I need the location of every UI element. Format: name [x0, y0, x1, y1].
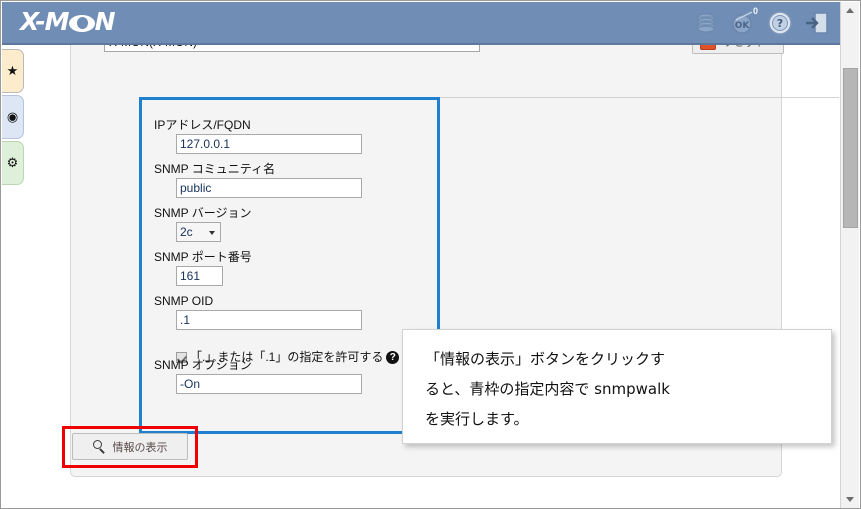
- snmp-version-value: 2c: [180, 225, 193, 239]
- logo-text-before: X-M: [20, 7, 70, 36]
- svg-text:?: ?: [777, 17, 783, 30]
- vertical-scrollbar[interactable]: [840, 2, 859, 508]
- snmp-port-input[interactable]: 161: [176, 266, 223, 286]
- browser-window: IPアドレス/FQDN 127.0.0.1 SNMP コミュニティ名 publi…: [0, 0, 861, 509]
- red-highlight-annotation: [62, 426, 198, 468]
- gear-icon: ⚙: [6, 155, 19, 170]
- ip-address-label: IPアドレス/FQDN: [154, 118, 251, 132]
- snmp-oid-input[interactable]: .1: [176, 310, 362, 330]
- logout-icon[interactable]: [802, 8, 832, 38]
- snmp-oid-label: SNMP OID: [154, 294, 214, 308]
- snmp-community-label: SNMP コミュニティ名: [154, 162, 276, 176]
- snmp-option-input[interactable]: -On: [176, 374, 362, 394]
- help-icon[interactable]: ?: [765, 8, 795, 38]
- callout-line-1: 「情報の表示」ボタンをクリックす: [425, 350, 666, 368]
- page-content: IPアドレス/FQDN 127.0.0.1 SNMP コミュニティ名 publi…: [2, 2, 842, 508]
- callout-line-2: ると、青枠の指定内容で snmpwalk: [425, 380, 670, 398]
- star-icon: ★: [6, 63, 19, 78]
- field-snmp-oid: SNMP OID .1: [154, 294, 362, 330]
- snmp-parameters-highlight-box: IPアドレス/FQDN 127.0.0.1 SNMP コミュニティ名 publi…: [139, 97, 440, 434]
- app-header: X-M N OK 0 ?: [2, 2, 842, 45]
- snmp-option-label: SNMP オプション: [154, 358, 252, 372]
- instruction-callout: 「情報の表示」ボタンをクリックす ると、青枠の指定内容で snmpwalk を実…: [402, 329, 832, 444]
- callout-line-3: を実行します。: [425, 410, 529, 428]
- database-icon[interactable]: [691, 8, 721, 38]
- eye-icon: ◉: [6, 109, 19, 124]
- snmp-version-label: SNMP バージョン: [154, 206, 252, 220]
- ok-badge-count: 0: [752, 6, 758, 16]
- header-icon-group: OK 0 ?: [691, 6, 832, 40]
- sidebar-tabs: ★ ◉ ⚙: [2, 49, 26, 187]
- snmp-community-input[interactable]: public: [176, 178, 362, 198]
- scroll-up-arrow-icon[interactable]: [841, 2, 859, 19]
- field-snmp-community: SNMP コミュニティ名 public: [154, 162, 362, 198]
- snmp-version-select[interactable]: 2c: [176, 222, 221, 242]
- field-ip-address: IPアドレス/FQDN 127.0.0.1: [154, 118, 362, 154]
- logo-text-after: N: [94, 7, 116, 36]
- scrollbar-thumb[interactable]: [843, 68, 858, 228]
- field-snmp-port: SNMP ポート番号 161: [154, 250, 252, 286]
- ip-address-input[interactable]: 127.0.0.1: [176, 134, 362, 154]
- snmp-port-label: SNMP ポート番号: [154, 250, 252, 264]
- field-snmp-version: SNMP バージョン 2c: [154, 206, 252, 242]
- field-snmp-option: SNMP オプション -On: [154, 358, 362, 394]
- svg-text:OK: OK: [735, 21, 751, 31]
- app-logo[interactable]: X-M N: [20, 7, 115, 37]
- sidebar-tab-settings[interactable]: ⚙: [2, 141, 24, 185]
- ok-status-icon[interactable]: OK 0: [728, 6, 758, 38]
- eye-logo-icon: [68, 14, 95, 33]
- help-tooltip-icon[interactable]: ?: [386, 350, 400, 364]
- sidebar-tab-monitor[interactable]: ◉: [2, 95, 24, 139]
- chevron-down-icon: [209, 231, 215, 235]
- scroll-down-arrow-icon[interactable]: [841, 491, 859, 508]
- sidebar-tab-favorites[interactable]: ★: [2, 49, 24, 93]
